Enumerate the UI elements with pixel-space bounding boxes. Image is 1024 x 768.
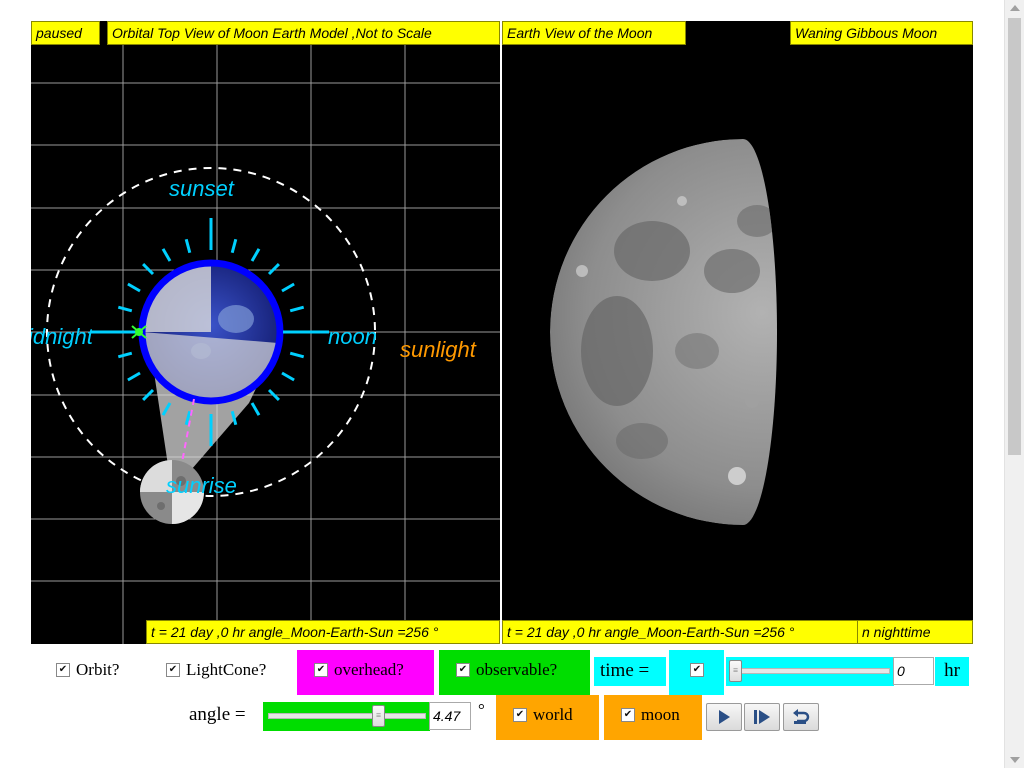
sunrise-label: sunrise [166,473,237,498]
world-label: world [533,705,573,724]
play-icon [719,710,730,724]
hour-tick [281,282,295,293]
overhead-checkbox[interactable]: ✔ [314,663,328,677]
moon-image [550,139,777,525]
hour-tick [117,351,133,359]
observable-toggle[interactable]: ✔ observable? [439,650,590,695]
vertical-scrollbar[interactable] [1004,0,1024,768]
hour-tick [117,305,133,313]
time-label: time = [594,657,666,686]
time-checkbox[interactable]: ✔ [690,663,704,677]
hour-tick [281,371,295,382]
moon-phase-view [550,139,777,525]
scroll-thumb[interactable] [1008,18,1021,455]
hour-tick [230,238,238,254]
angle-unit: ° [478,700,485,719]
orbit-checkbox[interactable]: ✔ [56,663,70,677]
time-input[interactable]: 0 [893,657,934,685]
hour-tick [161,248,172,262]
hour-tick [127,371,141,382]
hour-tick [267,263,280,276]
time-angle-readout-right: t = 21 day ,0 hr angle_Moon-Earth-Sun =2… [502,620,858,644]
time-unit: hr [935,657,969,686]
hour-tick [250,402,261,416]
angle-label: angle = [189,704,246,725]
lightcone-toggle[interactable]: ✔ LightCone? [166,660,266,680]
lightcone-checkbox[interactable]: ✔ [166,663,180,677]
time-play-toggle[interactable]: ✔ [669,650,724,695]
moon-phase-label: Waning Gibbous Moon [790,21,973,45]
lightcone-label: LightCone? [186,660,267,679]
sunset-label: sunset [169,176,235,201]
time-slider-track[interactable] [732,668,890,674]
reset-button[interactable] [783,703,819,731]
moon-checkbox[interactable]: ✔ [621,708,635,722]
observable-checkbox[interactable]: ✔ [456,663,470,677]
hour-tick [142,263,155,276]
play-button[interactable] [706,703,742,731]
scroll-up-icon[interactable] [1010,5,1020,11]
moon-toggle[interactable]: ✔ moon [604,695,702,740]
step-forward-button[interactable] [744,703,780,731]
overhead-toggle[interactable]: ✔ overhead? [297,650,434,695]
observable-label: observable? [476,660,558,679]
earth-view-title: Earth View of the Moon [502,21,686,45]
hour-tick [289,351,305,359]
orbit-toggle[interactable]: ✔ Orbit? [56,660,119,680]
overhead-label: overhead? [334,660,404,679]
hour-tick [184,238,192,254]
time-angle-readout: t = 21 day ,0 hr angle_Moon-Earth-Sun =2… [146,620,500,644]
midnight-label: idnight [31,324,94,349]
reset-icon [793,709,810,724]
hour-tick [250,248,261,262]
sunlight-label: sunlight [400,337,477,362]
nighttime-readout: n nighttime [857,620,973,644]
time-slider[interactable]: ≡ [726,657,894,686]
angle-slider-thumb[interactable]: ≡ [372,705,385,727]
world-toggle[interactable]: ✔ world [496,695,599,740]
earth-view-panel[interactable]: Earth View of the Moon Waning Gibbous Mo… [502,21,973,644]
step-forward-icon [754,710,770,724]
orbital-view-title: Orbital Top View of Moon Earth Model ,No… [107,21,500,45]
angle-input[interactable]: 4.47 [429,702,471,730]
moon-label: moon [641,705,680,724]
scroll-down-icon[interactable] [1010,757,1020,763]
angle-slider-track[interactable] [268,713,426,719]
world-checkbox[interactable]: ✔ [513,708,527,722]
hour-tick [127,282,141,293]
time-slider-thumb[interactable]: ≡ [729,660,742,682]
orbital-diagram: sunset idnight noon sunlight sunrise [31,21,500,644]
orbit-label: Orbit? [76,660,120,679]
angle-slider[interactable]: ≡ [263,702,430,731]
noon-label: noon [328,324,377,349]
status-label: paused [31,21,100,45]
hour-tick [289,305,305,313]
orbital-top-view-panel[interactable]: sunset idnight noon sunlight sunrise pau… [31,21,500,644]
